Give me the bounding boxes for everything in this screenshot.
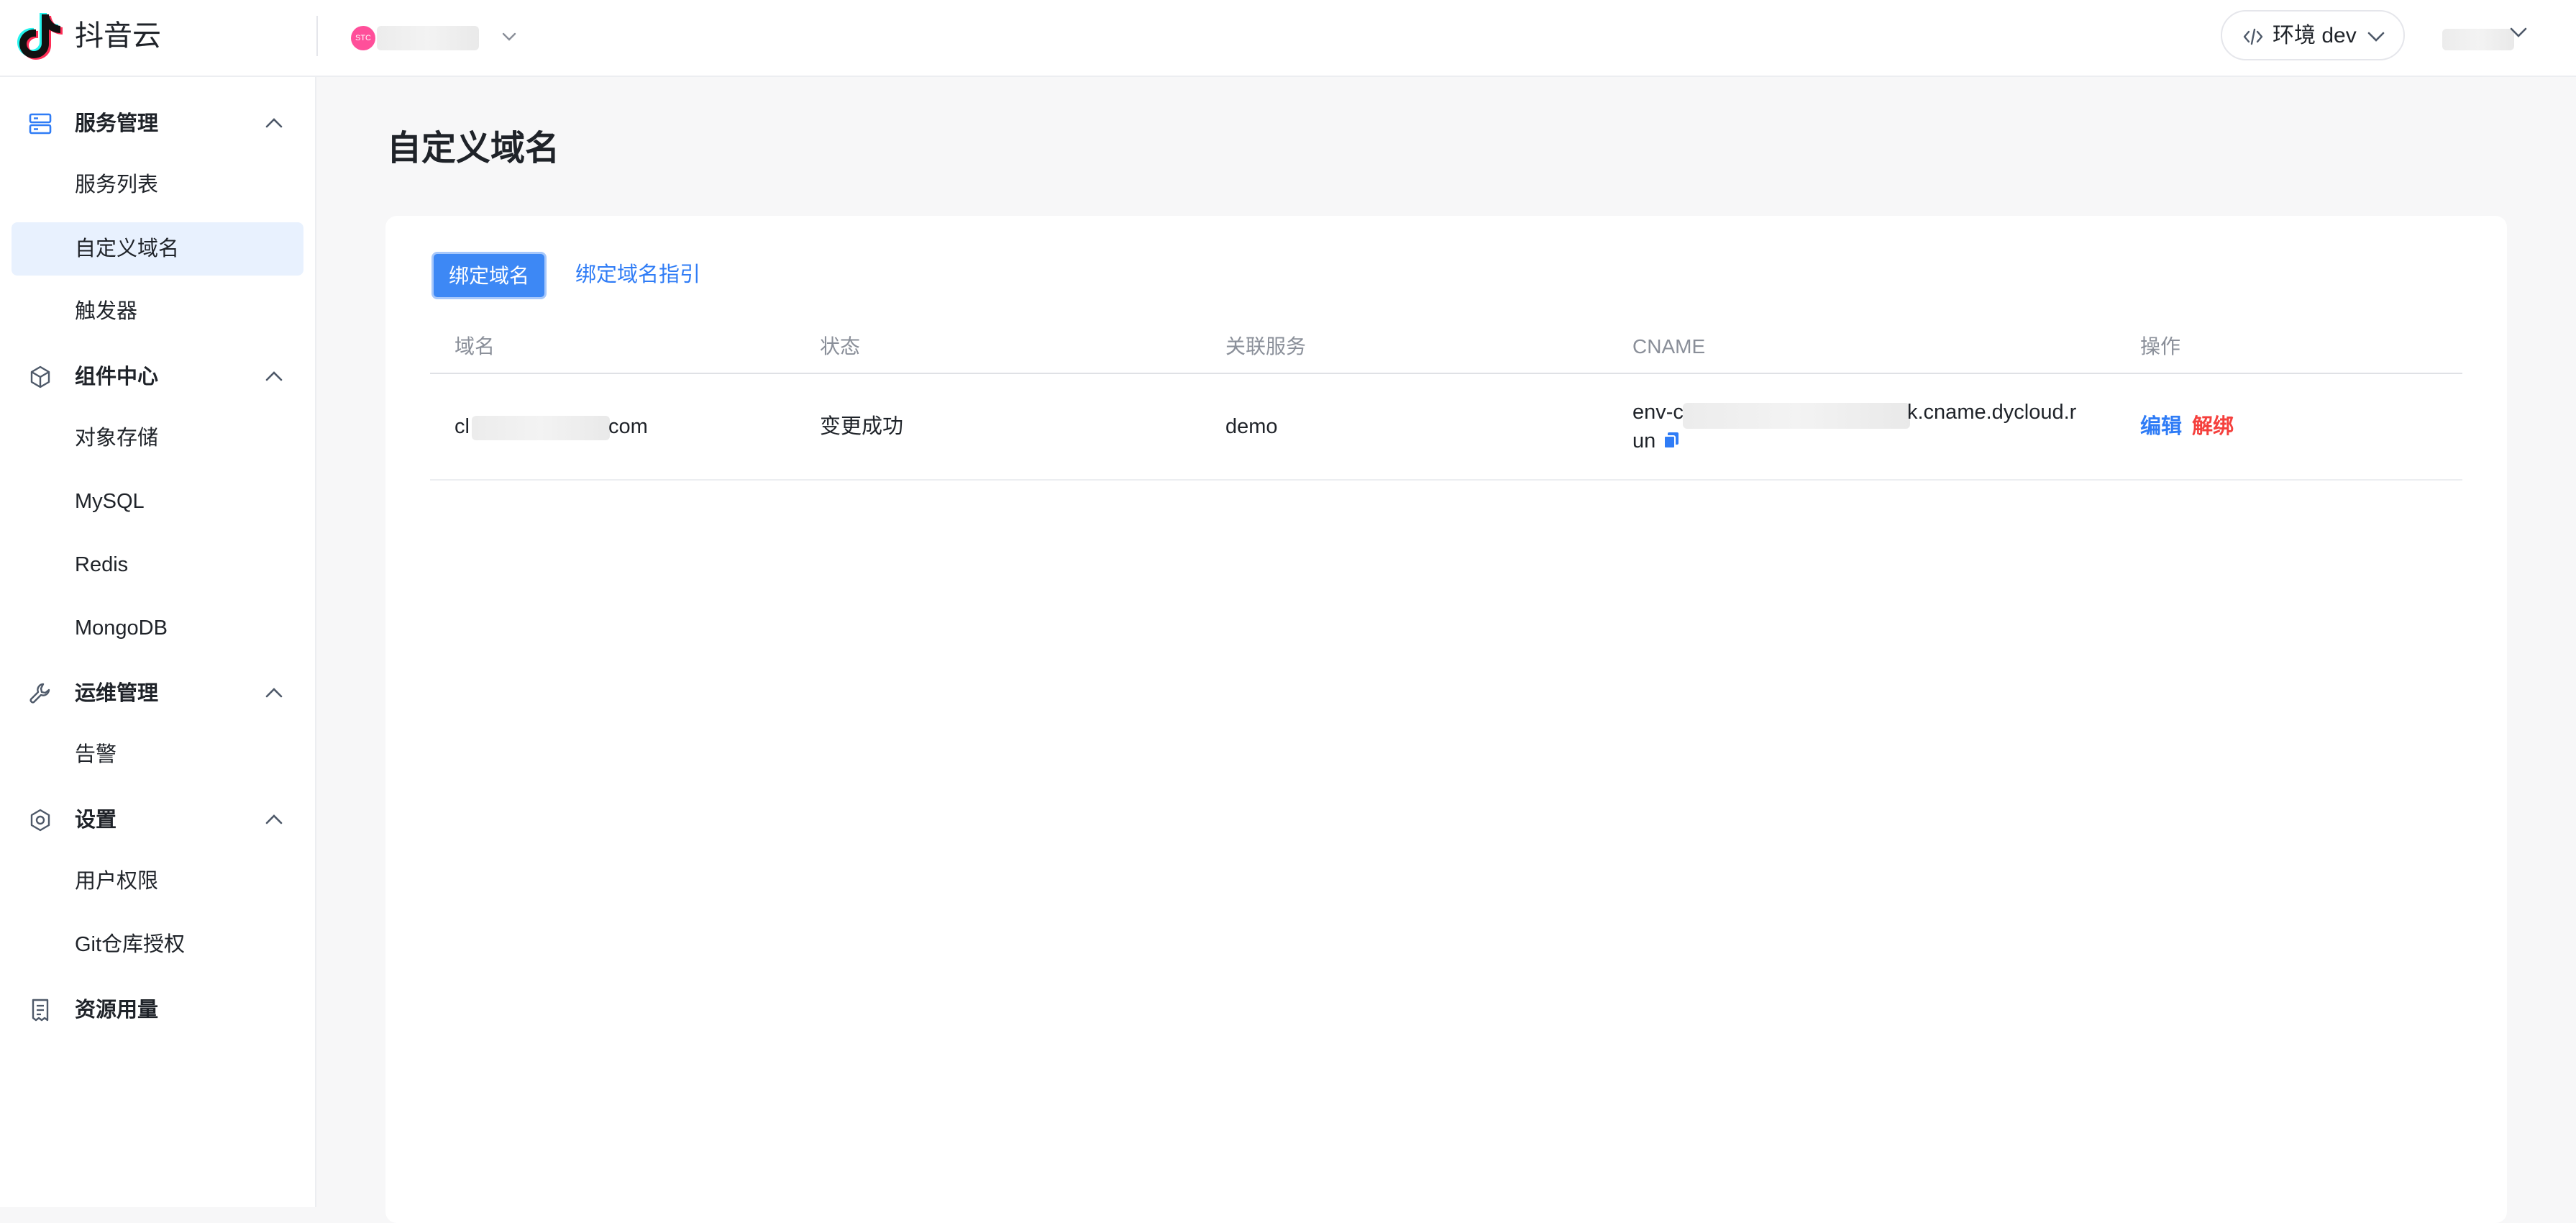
user-menu[interactable]	[2424, 19, 2531, 59]
chevron-up-icon[interactable]	[263, 683, 285, 702]
sidebar-item-label: 用户权限	[75, 870, 159, 893]
unbind-link[interactable]: 解绑	[2192, 413, 2234, 440]
sidebar-item-user-permissions[interactable]: 用户权限	[12, 855, 303, 908]
table-row-divider	[430, 479, 2462, 481]
sidebar-item-mongodb[interactable]: MongoDB	[12, 601, 303, 655]
chevron-down-icon	[2510, 27, 2527, 37]
sidebar-item-object-storage[interactable]: 对象存储	[12, 412, 303, 465]
chevron-down-icon	[502, 32, 516, 41]
column-header-actions: 操作	[2140, 335, 2181, 358]
bind-domain-button[interactable]: 绑定域名	[431, 252, 547, 299]
sidebar-group-resource-usage[interactable]: 资源用量	[0, 987, 316, 1030]
sidebar-item-mysql[interactable]: MySQL	[12, 475, 303, 528]
code-icon	[2243, 28, 2263, 45]
column-header-cname: CNAME	[1632, 335, 1706, 358]
column-header-service: 关联服务	[1225, 335, 1307, 358]
sidebar-group-label: 组件中心	[75, 365, 159, 388]
sidebar-group-ops-management[interactable]: 运维管理	[0, 670, 316, 714]
sidebar-group-label: 资源用量	[75, 999, 159, 1022]
sidebar-item-redis[interactable]: Redis	[12, 538, 303, 591]
domain-suffix: com	[608, 415, 648, 438]
sidebar-item-label: 自定义域名	[75, 237, 180, 260]
sidebar-item-label: Git仓库授权	[75, 933, 186, 956]
app-title: 抖音云	[75, 20, 161, 52]
sidebar-group-label: 设置	[75, 809, 117, 832]
cname-prefix: env-c	[1632, 401, 1684, 424]
bill-icon	[32, 999, 49, 1022]
chevron-down-icon	[2367, 32, 2385, 42]
sidebar-group-service-management[interactable]: 服务管理	[0, 101, 316, 144]
settings-icon	[30, 809, 50, 832]
edit-link[interactable]: 编辑	[2140, 413, 2182, 440]
cname-suffix: k.cname.dycloud.r	[1907, 401, 2077, 424]
status-text: 变更成功	[820, 415, 904, 438]
sidebar-item-custom-domain[interactable]: 自定义域名	[12, 222, 303, 276]
domain-redacted	[472, 416, 610, 440]
sidebar-item-label: 服务列表	[75, 173, 159, 196]
content-card	[385, 216, 2507, 1223]
sidebar-item-label: 对象存储	[75, 427, 159, 450]
table-header-divider	[430, 373, 2462, 374]
sidebar-group-component-center[interactable]: 组件中心	[0, 354, 316, 397]
chevron-up-icon[interactable]	[263, 367, 285, 386]
cname-redacted	[1683, 403, 1910, 429]
sidebar-item-label: Redis	[75, 553, 129, 576]
page-title: 自定义域名	[387, 129, 560, 168]
sidebar-item-service-list[interactable]: 服务列表	[12, 158, 303, 212]
chevron-up-icon[interactable]	[263, 114, 285, 132]
sidebar-group-label: 运维管理	[75, 682, 159, 705]
cname-continuation: un	[1632, 429, 1656, 453]
sidebar-item-label: 告警	[75, 743, 117, 766]
domain-prefix: cl	[455, 415, 470, 438]
bind-domain-guide-link[interactable]: 绑定域名指引	[575, 260, 700, 289]
header-divider	[316, 16, 318, 56]
top-header: 抖音云 STC 环境 dev	[0, 0, 2576, 77]
component-icon	[30, 365, 50, 388]
column-header-domain: 域名	[455, 335, 495, 358]
user-name-redacted	[2442, 29, 2514, 50]
wrench-icon	[29, 683, 50, 704]
service-name: demo	[1225, 415, 1278, 438]
project-name-redacted	[377, 26, 479, 50]
sidebar-item-trigger[interactable]: 触发器	[12, 285, 303, 338]
copy-icon[interactable]	[1661, 430, 1681, 450]
sidebar-item-alert[interactable]: 告警	[12, 728, 303, 781]
sidebar-group-label: 服务管理	[75, 112, 159, 135]
project-selector[interactable]: STC	[351, 19, 524, 55]
sidebar-item-git-authorization[interactable]: Git仓库授权	[12, 918, 303, 971]
project-avatar: STC	[351, 26, 375, 50]
environment-label: 环境 dev	[2273, 24, 2357, 47]
sidebar-item-label: 触发器	[75, 300, 138, 323]
sidebar-item-label: MongoDB	[75, 617, 168, 640]
tiktok-logo-icon	[17, 13, 63, 60]
sidebar-group-settings[interactable]: 设置	[0, 797, 316, 840]
chevron-up-icon[interactable]	[263, 810, 285, 829]
sidebar-item-label: MySQL	[75, 490, 145, 513]
server-icon	[29, 113, 52, 135]
environment-selector[interactable]: 环境 dev	[2221, 10, 2405, 60]
column-header-status: 状态	[820, 335, 861, 358]
